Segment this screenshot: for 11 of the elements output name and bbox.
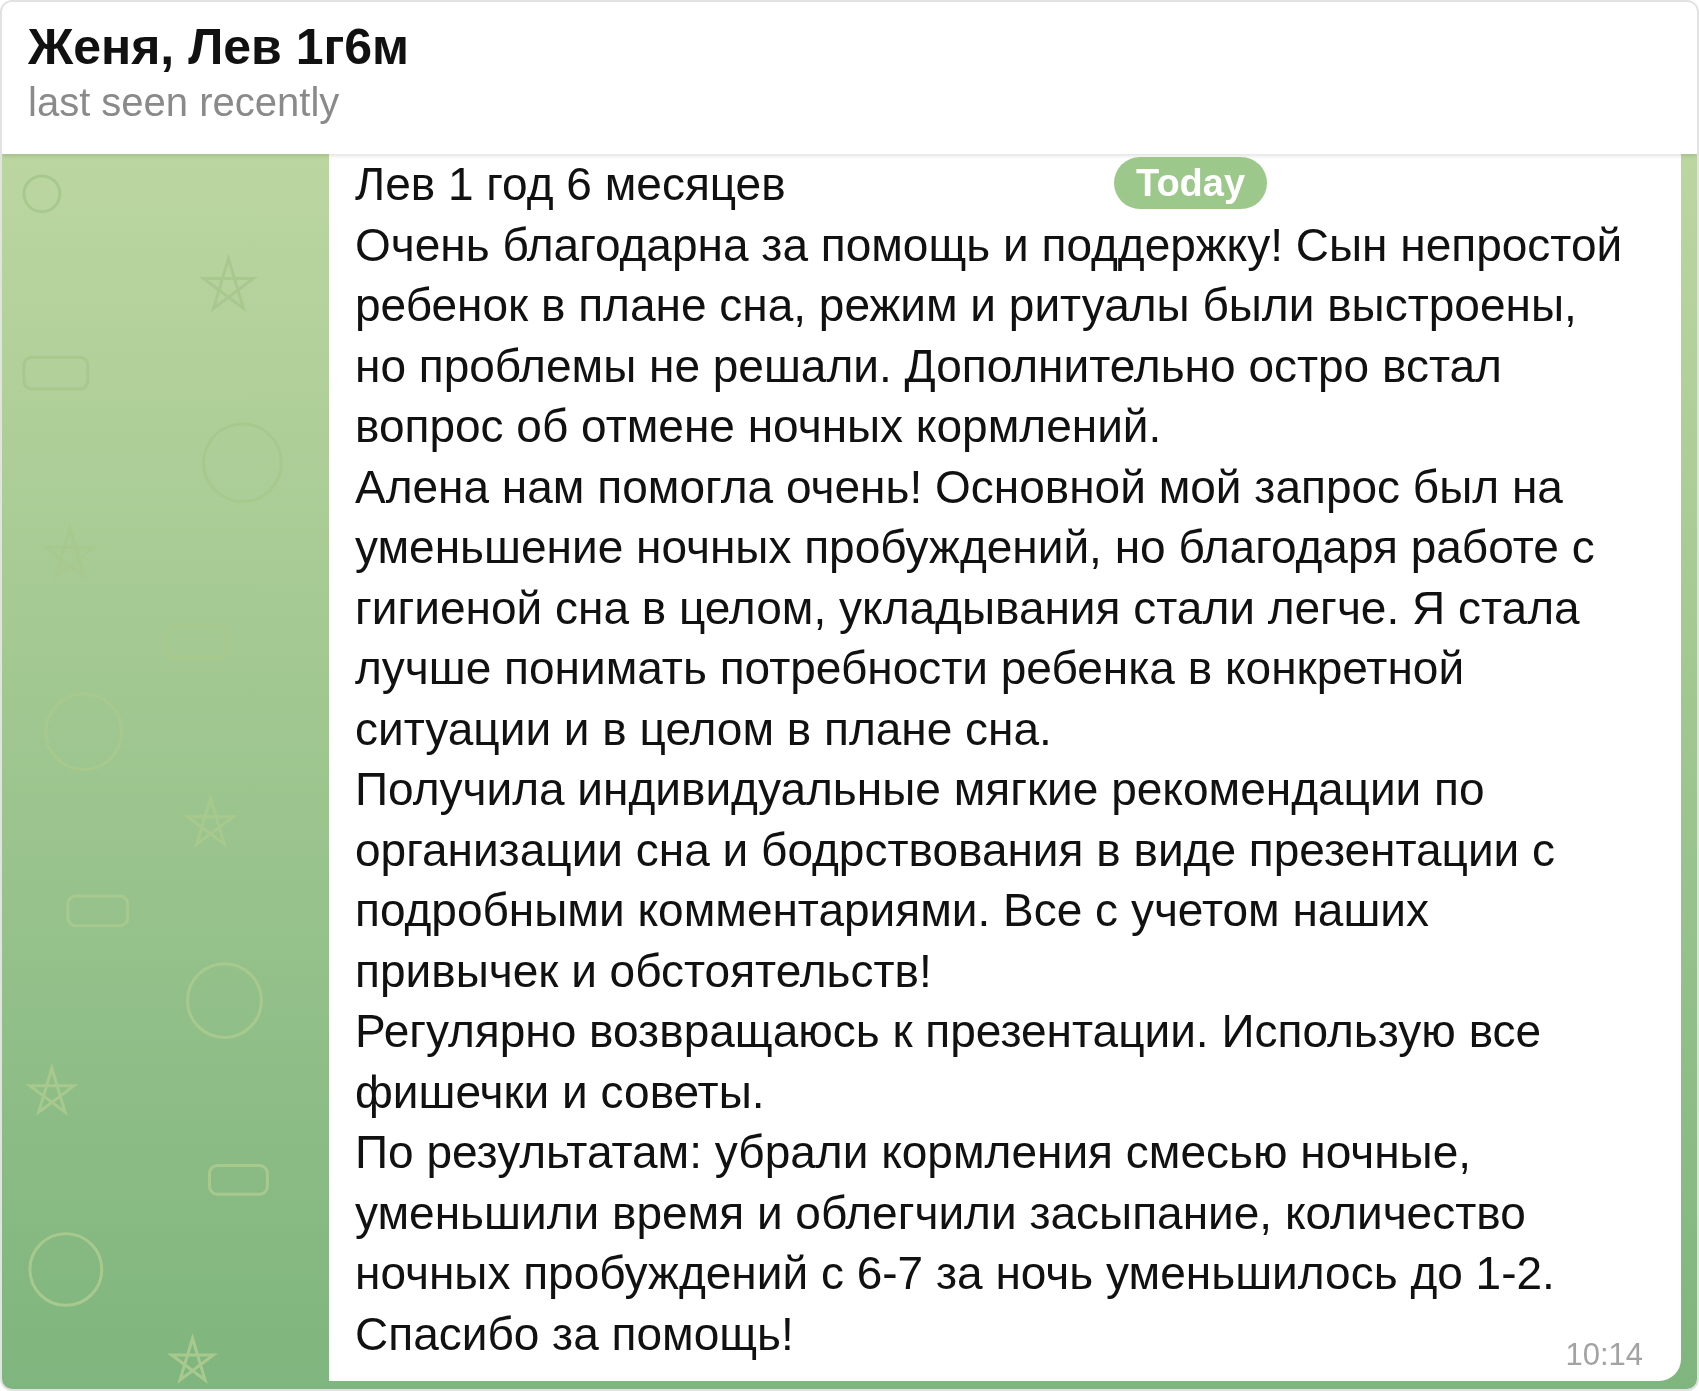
message-paragraph: Очень благодарна за помощь и поддержку! Сын непростой ребенок в плане сна, режим и ритуалы были выстроены, но проблемы не решали. Дополнительно остро встал вопрос об отмене ночных кормлений.	[355, 217, 1623, 454]
date-badge: Today	[1114, 157, 1268, 209]
chat-title: Женя, Лев 1г6м	[28, 18, 411, 76]
message-paragraph: Лев 1 год 6 месяцев	[355, 157, 786, 212]
message-paragraph: Получила индивидуальные мягкие рекомендации по организации сна и бодрствования в виде презентации с подробными комментариями. Все с учетом наших привычек и обстоятельств!	[355, 762, 1556, 999]
last-seen-status: last seen recently	[28, 79, 341, 126]
message-paragraph: По результатам: убрали кормления смесью ночные, уменьшили время и облегчили засыпание, количество ночных пробуждений с 6-7 за ночь уменьшилось до 1-2.	[355, 1125, 1555, 1301]
message-paragraph: Спасибо за помощь!	[355, 1306, 794, 1362]
message-paragraph: Алена нам помогла очень! Основной мой запрос был на уменьшение ночных пробуждений, но благодаря работе с гигиеной сна в целом, укладывания стали легче. Я стала лучше понимать потребности ребенка в конкретной ситуации и в целом в плане сна.	[355, 459, 1595, 757]
message-paragraph: Регулярно возвращаюсь к презентации. Использую все фишечки и советы.	[355, 1004, 1542, 1120]
message-time: 10:14	[1565, 1337, 1643, 1373]
